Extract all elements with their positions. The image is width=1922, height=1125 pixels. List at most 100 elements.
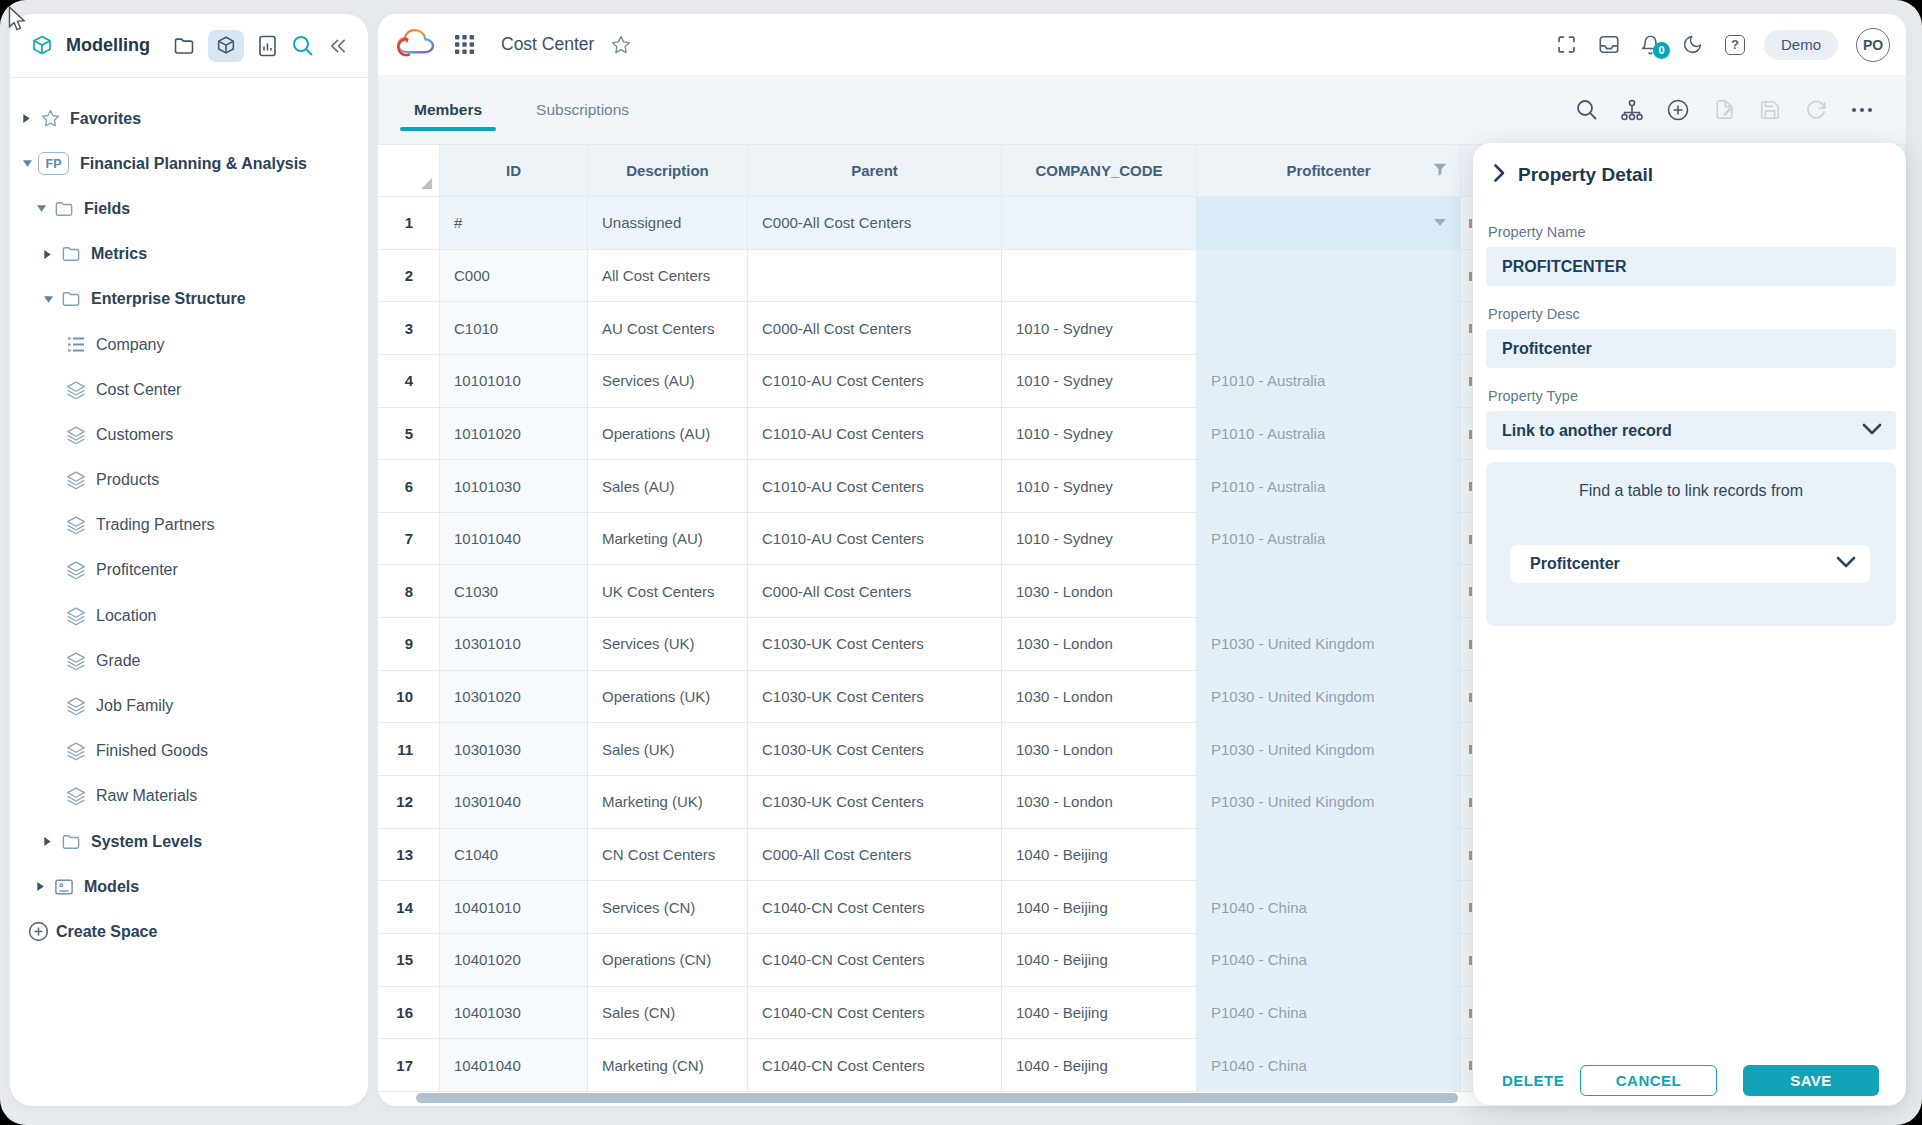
search-table-icon[interactable]: [1574, 98, 1598, 122]
profitcenter-cell[interactable]: [1197, 197, 1461, 250]
company-code-cell[interactable]: 1040 - Beijing: [1002, 1039, 1197, 1092]
description-cell[interactable]: Services (AU): [588, 355, 748, 408]
profitcenter-cell[interactable]: P1010 - Australia: [1197, 408, 1461, 461]
collapse-sidebar-icon[interactable]: [329, 38, 346, 54]
row-number-cell[interactable]: 4: [378, 355, 440, 408]
description-cell[interactable]: UK Cost Centers: [588, 565, 748, 618]
company-code-cell[interactable]: 1030 - London: [1002, 618, 1197, 671]
company-code-cell[interactable]: 1030 - London: [1002, 565, 1197, 618]
dark-mode-moon-icon[interactable]: [1682, 34, 1704, 56]
chevron-collapsed-icon[interactable]: [43, 836, 59, 847]
description-cell[interactable]: Sales (AU): [588, 460, 748, 513]
company-code-cell[interactable]: 1040 - Beijing: [1002, 829, 1197, 882]
demo-badge[interactable]: Demo: [1764, 30, 1838, 60]
parent-cell[interactable]: C1010-AU Cost Centers: [748, 355, 1002, 408]
row-number-cell[interactable]: 8: [378, 565, 440, 618]
sidebar-item-job-family[interactable]: Job Family: [10, 683, 368, 728]
company-code-cell[interactable]: [1002, 197, 1197, 250]
description-cell[interactable]: Operations (AU): [588, 408, 748, 461]
id-cell[interactable]: 10101030: [440, 460, 588, 513]
company-code-cell[interactable]: 1030 - London: [1002, 776, 1197, 829]
column-header-profitcenter[interactable]: Profitcenter: [1197, 145, 1461, 197]
id-cell[interactable]: 10301040: [440, 776, 588, 829]
parent-cell[interactable]: C1040-CN Cost Centers: [748, 881, 1002, 934]
parent-cell[interactable]: C1040-CN Cost Centers: [748, 987, 1002, 1040]
collapse-panel-chevron-icon[interactable]: [1493, 163, 1506, 187]
id-cell[interactable]: 10401040: [440, 1039, 588, 1092]
id-cell[interactable]: 10301030: [440, 723, 588, 776]
report-icon[interactable]: [258, 35, 277, 57]
parent-cell[interactable]: C000-All Cost Centers: [748, 197, 1002, 250]
more-options-icon[interactable]: [1850, 98, 1874, 122]
profitcenter-cell[interactable]: P1040 - China: [1197, 987, 1461, 1040]
parent-cell[interactable]: C1010-AU Cost Centers: [748, 513, 1002, 566]
id-cell[interactable]: C000: [440, 250, 588, 303]
sidebar-item-customers[interactable]: Customers: [10, 412, 368, 457]
description-cell[interactable]: Marketing (UK): [588, 776, 748, 829]
id-cell[interactable]: C1040: [440, 829, 588, 882]
profitcenter-cell[interactable]: P1040 - China: [1197, 934, 1461, 987]
column-header-description[interactable]: Description: [588, 145, 748, 197]
id-cell[interactable]: C1010: [440, 302, 588, 355]
row-number-cell[interactable]: 14: [378, 881, 440, 934]
parent-cell[interactable]: C000-All Cost Centers: [748, 302, 1002, 355]
parent-cell[interactable]: C1010-AU Cost Centers: [748, 460, 1002, 513]
company-code-cell[interactable]: 1030 - London: [1002, 723, 1197, 776]
id-cell[interactable]: 10401010: [440, 881, 588, 934]
description-cell[interactable]: Unassigned: [588, 197, 748, 250]
description-cell[interactable]: All Cost Centers: [588, 250, 748, 303]
description-cell[interactable]: AU Cost Centers: [588, 302, 748, 355]
row-number-cell[interactable]: 9: [378, 618, 440, 671]
row-number-cell[interactable]: 10: [378, 671, 440, 724]
sidebar-item-favorites[interactable]: Favorites: [10, 96, 368, 141]
profitcenter-cell[interactable]: P1040 - China: [1197, 881, 1461, 934]
company-code-cell[interactable]: 1040 - Beijing: [1002, 934, 1197, 987]
property-type-select[interactable]: Link to another record: [1486, 411, 1896, 450]
profitcenter-cell[interactable]: [1197, 250, 1461, 303]
parent-cell[interactable]: C1030-UK Cost Centers: [748, 776, 1002, 829]
profitcenter-cell[interactable]: P1010 - Australia: [1197, 460, 1461, 513]
column-header-parent[interactable]: Parent: [748, 145, 1002, 197]
profitcenter-cell[interactable]: P1030 - United Kingdom: [1197, 618, 1461, 671]
tab-subscriptions[interactable]: Subscriptions: [522, 75, 643, 144]
row-number-cell[interactable]: 6: [378, 460, 440, 513]
filter-icon[interactable]: [1432, 161, 1448, 180]
chevron-expanded-icon[interactable]: [36, 204, 52, 213]
sidebar-item-fields[interactable]: Fields: [10, 186, 368, 231]
row-number-cell[interactable]: 7: [378, 513, 440, 566]
company-code-cell[interactable]: 1040 - Beijing: [1002, 881, 1197, 934]
sidebar-item-financial-planning-analysis[interactable]: FPFinancial Planning & Analysis: [10, 141, 368, 186]
row-number-cell[interactable]: 11: [378, 723, 440, 776]
sidebar-item-grade[interactable]: Grade: [10, 638, 368, 683]
folder-icon[interactable]: [173, 36, 195, 56]
parent-cell[interactable]: C000-All Cost Centers: [748, 565, 1002, 618]
id-cell[interactable]: 10401030: [440, 987, 588, 1040]
row-number-cell[interactable]: 3: [378, 302, 440, 355]
parent-cell[interactable]: C000-All Cost Centers: [748, 829, 1002, 882]
link-table-select[interactable]: Profitcenter: [1510, 545, 1870, 583]
sidebar-item-cost-center[interactable]: Cost Center: [10, 367, 368, 412]
parent-cell[interactable]: C1040-CN Cost Centers: [748, 934, 1002, 987]
sidebar-item-company[interactable]: Company: [10, 322, 368, 367]
row-number-cell[interactable]: 1: [378, 197, 440, 250]
profitcenter-cell[interactable]: P1030 - United Kingdom: [1197, 776, 1461, 829]
description-cell[interactable]: Operations (UK): [588, 671, 748, 724]
description-cell[interactable]: Operations (CN): [588, 934, 748, 987]
chevron-collapsed-icon[interactable]: [36, 881, 52, 892]
id-cell[interactable]: 10101010: [440, 355, 588, 408]
avatar[interactable]: PO: [1856, 28, 1890, 62]
row-number-cell[interactable]: 17: [378, 1039, 440, 1092]
id-cell[interactable]: #: [440, 197, 588, 250]
fullscreen-icon[interactable]: [1556, 34, 1578, 56]
description-cell[interactable]: Marketing (AU): [588, 513, 748, 566]
sidebar-item-trading-partners[interactable]: Trading Partners: [10, 503, 368, 548]
inbox-icon[interactable]: [1598, 34, 1620, 56]
parent-cell[interactable]: C1030-UK Cost Centers: [748, 723, 1002, 776]
sidebar-item-products[interactable]: Products: [10, 458, 368, 503]
profitcenter-cell[interactable]: P1040 - China: [1197, 1039, 1461, 1092]
sidebar-item-metrics[interactable]: Metrics: [10, 232, 368, 277]
row-number-cell[interactable]: 12: [378, 776, 440, 829]
profitcenter-cell[interactable]: P1030 - United Kingdom: [1197, 671, 1461, 724]
company-code-cell[interactable]: 1010 - Sydney: [1002, 408, 1197, 461]
property-name-input[interactable]: PROFITCENTER: [1486, 247, 1896, 286]
